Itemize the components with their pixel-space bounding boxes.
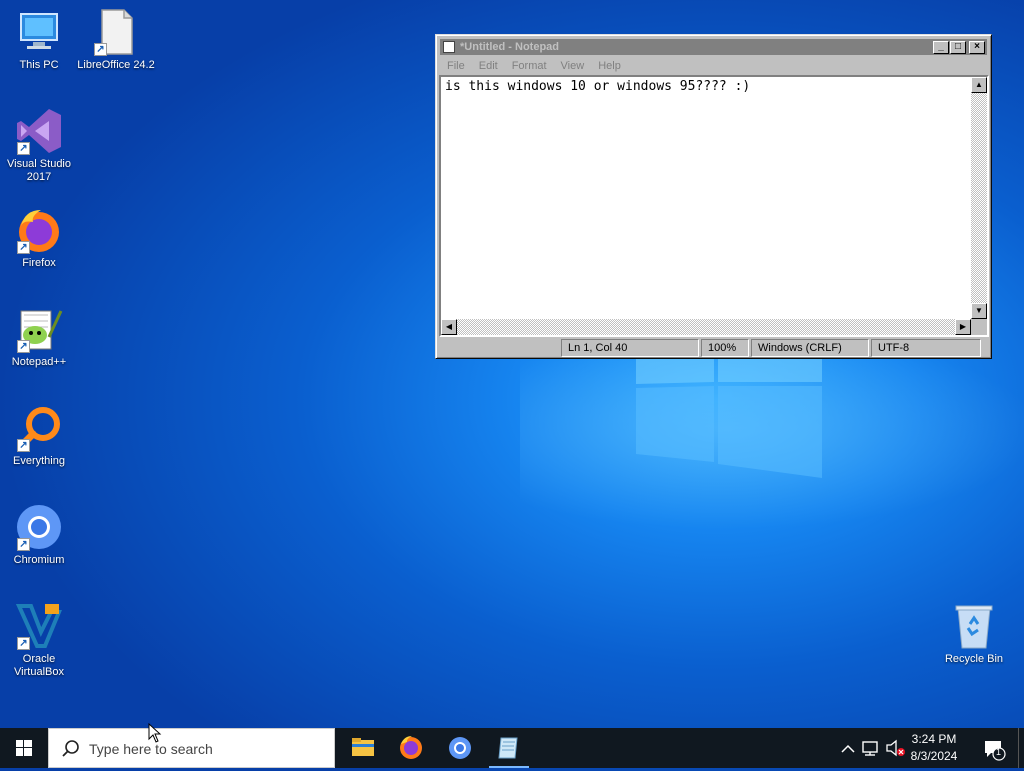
show-desktop-button[interactable] xyxy=(1018,728,1024,768)
computer-icon xyxy=(15,8,63,56)
editor-text[interactable]: is this windows 10 or windows 95???? :) xyxy=(445,79,750,94)
desktop-icon-libreoffice[interactable]: ↗ LibreOffice 24.2 xyxy=(76,8,156,72)
scroll-right-button[interactable]: ▶ xyxy=(955,319,971,335)
scroll-left-button[interactable]: ◀ xyxy=(441,319,457,335)
window-title: *Untitled - Notepad xyxy=(460,41,559,53)
menu-edit[interactable]: Edit xyxy=(472,57,505,75)
search-placeholder: Type here to search xyxy=(89,741,213,757)
status-spacer xyxy=(439,339,559,357)
close-button[interactable]: × xyxy=(969,41,985,54)
desktop-icon-label: Chromium xyxy=(13,554,65,566)
network-icon xyxy=(862,741,878,756)
folder-icon xyxy=(352,738,374,756)
shortcut-arrow-icon: ↗ xyxy=(17,241,30,254)
show-hidden-icons-button[interactable] xyxy=(838,728,858,768)
mouse-pointer-icon xyxy=(148,723,162,743)
menu-file[interactable]: File xyxy=(440,57,472,75)
network-tray-button[interactable] xyxy=(860,728,882,768)
status-line-ending: Windows (CRLF) xyxy=(751,339,869,357)
desktop-icon-label: Visual Studio 2017 xyxy=(6,158,71,183)
visual-studio-icon: ↗ xyxy=(15,107,63,155)
taskbar-search-box[interactable]: Type here to search xyxy=(48,728,335,768)
desktop-icon-chromium[interactable]: ↗ Chromium xyxy=(0,503,79,567)
menu-view[interactable]: View xyxy=(554,57,592,75)
taskbar-clock[interactable]: 3:24 PM 8/3/2024 xyxy=(902,731,966,765)
scroll-up-button[interactable]: ▲ xyxy=(971,77,987,93)
shortcut-arrow-icon: ↗ xyxy=(17,439,30,452)
start-button[interactable] xyxy=(0,728,48,768)
scrollbar-corner xyxy=(971,319,987,335)
menu-help[interactable]: Help xyxy=(591,57,628,75)
desktop-icon-this-pc[interactable]: This PC xyxy=(0,8,79,72)
desktop-icon-visual-studio[interactable]: ↗ Visual Studio 2017 xyxy=(0,107,79,184)
status-encoding: UTF-8 xyxy=(871,339,981,357)
everything-search-icon: ↗ xyxy=(15,404,63,452)
virtualbox-icon: ↗ xyxy=(15,602,63,650)
chromium-icon xyxy=(449,737,471,759)
menu-format[interactable]: Format xyxy=(505,57,554,75)
desktop-icon-everything[interactable]: ↗ Everything xyxy=(0,404,79,468)
maximize-button[interactable]: □ xyxy=(950,41,966,54)
search-icon xyxy=(62,740,79,757)
taskbar-file-explorer[interactable] xyxy=(339,728,387,768)
clock-date: 8/3/2024 xyxy=(910,749,958,763)
desktop-icon-label: Firefox xyxy=(22,257,56,269)
status-zoom: 100% xyxy=(701,339,749,357)
desktop-icon-label: This PC xyxy=(19,59,59,71)
shortcut-arrow-icon: ↗ xyxy=(17,340,30,353)
horizontal-scrollbar[interactable]: ◀ ▶ xyxy=(441,319,971,335)
desktop-icon-recycle-bin[interactable]: Recycle Bin xyxy=(934,602,1014,666)
chromium-icon: ↗ xyxy=(15,503,63,551)
notepad-window[interactable]: *Untitled - Notepad _ □ × File Edit Form… xyxy=(435,34,992,359)
shortcut-arrow-icon: ↗ xyxy=(17,538,30,551)
firefox-icon: ↗ xyxy=(15,206,63,254)
action-center-button[interactable]: 1 xyxy=(980,728,1010,768)
desktop-icon-firefox[interactable]: ↗ Firefox xyxy=(0,206,79,270)
notepad-title-bar[interactable]: *Untitled - Notepad _ □ × xyxy=(440,39,987,55)
recycle-bin-icon xyxy=(950,602,998,650)
shortcut-arrow-icon: ↗ xyxy=(17,637,30,650)
windows-logo-wallpaper xyxy=(636,350,822,478)
menu-bar: File Edit Format View Help xyxy=(440,57,987,75)
desktop-icon-label: Notepad++ xyxy=(11,356,67,368)
status-bar: Ln 1, Col 40 100% Windows (CRLF) UTF-8 xyxy=(439,339,989,357)
vertical-scrollbar[interactable]: ▲ ▼ xyxy=(971,77,987,319)
notepad-plus-plus-icon: ↗ xyxy=(15,305,63,353)
taskbar-chromium[interactable] xyxy=(436,728,484,768)
desktop-icon-label: LibreOffice 24.2 xyxy=(77,59,155,71)
firefox-icon xyxy=(400,736,422,759)
notepad-icon xyxy=(443,41,455,53)
taskbar-notepad[interactable] xyxy=(485,728,533,768)
shortcut-arrow-icon: ↗ xyxy=(17,142,30,155)
chevron-up-icon xyxy=(841,744,855,753)
desktop-icon-virtualbox[interactable]: ↗ Oracle VirtualBox xyxy=(0,602,79,679)
status-position: Ln 1, Col 40 xyxy=(561,339,699,357)
taskbar-firefox[interactable] xyxy=(387,728,435,768)
windows-start-icon xyxy=(16,740,32,756)
notepad-icon xyxy=(498,737,518,759)
notification-count: 1 xyxy=(996,747,1002,757)
desktop-icon-label: Oracle VirtualBox xyxy=(14,653,64,678)
notification-icon xyxy=(985,741,1006,761)
text-editor-area[interactable]: is this windows 10 or windows 95???? :) … xyxy=(439,75,989,337)
clock-time: 3:24 PM xyxy=(911,732,957,746)
libreoffice-icon: ↗ xyxy=(92,8,140,56)
desktop-icon-label: Everything xyxy=(13,455,65,467)
desktop-icon-label: Recycle Bin xyxy=(944,653,1004,665)
shortcut-arrow-icon: ↗ xyxy=(94,43,107,56)
scroll-down-button[interactable]: ▼ xyxy=(971,303,987,319)
desktop-icon-notepad-plus-plus[interactable]: ↗ Notepad++ xyxy=(0,305,79,369)
minimize-button[interactable]: _ xyxy=(933,41,949,54)
